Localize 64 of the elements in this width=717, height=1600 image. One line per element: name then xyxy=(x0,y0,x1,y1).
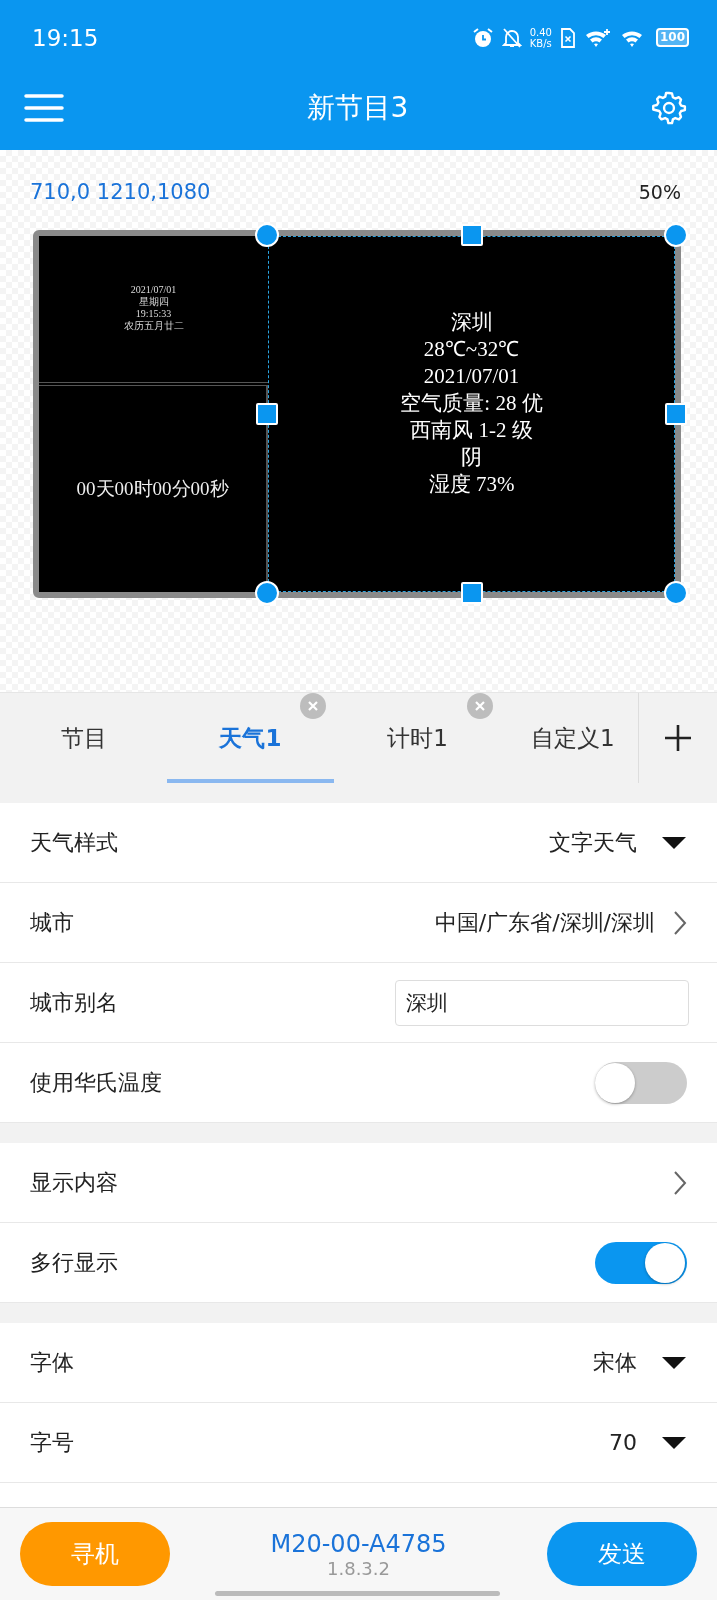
setting-label: 字体 xyxy=(30,1348,74,1377)
setting-label: 使用华氏温度 xyxy=(30,1068,162,1097)
battery-indicator: 100 xyxy=(655,28,689,47)
resize-handle[interactable] xyxy=(664,581,688,605)
status-time: 19:15 xyxy=(32,24,99,51)
weather-text: 阴 xyxy=(461,443,482,471)
resize-handle[interactable] xyxy=(460,224,483,246)
version-text: 1.8.3.2 xyxy=(327,1557,390,1579)
tab[interactable]: 计时1 xyxy=(334,693,501,783)
tab[interactable]: 自定义1 xyxy=(501,693,638,783)
toggle-switch[interactable] xyxy=(595,1061,687,1104)
page-title: 新节目3 xyxy=(306,89,409,126)
caret-icon xyxy=(661,1435,687,1450)
close-icon[interactable] xyxy=(467,693,493,719)
resize-handle[interactable] xyxy=(460,582,483,604)
weather-text: 西南风 1-2 级 xyxy=(410,416,533,444)
device-name: M20-00-A4785 xyxy=(270,1529,447,1558)
setting-link[interactable]: 中国/广东省/深圳/深圳 xyxy=(434,907,687,938)
weather-text: 28℃~32℃ xyxy=(423,335,520,363)
resize-handle[interactable] xyxy=(665,403,687,425)
caret-icon xyxy=(661,835,687,850)
weather-text: 湿度 73% xyxy=(428,470,515,498)
setting-label: 天气样式 xyxy=(30,828,118,857)
network-speed-value: 0.40 xyxy=(529,26,552,38)
weather-text: 空气质量: 28 优 xyxy=(400,389,543,417)
bell-off-icon xyxy=(501,26,522,49)
dropdown[interactable]: 文字天气 xyxy=(549,827,687,858)
zoom-level: 50% xyxy=(638,181,681,203)
sim-card-icon xyxy=(559,26,576,49)
wifi-icon xyxy=(583,26,612,49)
setting-value: 中国/广东省/深圳/深圳 xyxy=(434,908,655,937)
weather-text: 2021/07/01 xyxy=(423,362,520,390)
plus-icon xyxy=(663,723,693,753)
weather-text: 深圳 xyxy=(450,308,493,336)
toggle-switch[interactable] xyxy=(595,1241,687,1284)
resize-handle[interactable] xyxy=(255,581,279,605)
setting-label: 城市 xyxy=(30,908,74,937)
alarm-clock-icon xyxy=(471,26,494,49)
close-icon[interactable] xyxy=(300,693,326,719)
tab[interactable]: 节目 xyxy=(0,693,167,783)
setting-label: 城市别名 xyxy=(30,988,118,1017)
resize-handle[interactable] xyxy=(664,223,688,247)
clock-text: 2021/07/01 xyxy=(130,284,177,296)
dropdown[interactable]: 宋体 xyxy=(593,1347,687,1378)
chevron-right-icon xyxy=(673,909,687,936)
tab[interactable]: 天气1 xyxy=(167,693,334,783)
setting-label: 字号 xyxy=(30,1428,74,1457)
clock-text: 19:15:33 xyxy=(135,308,172,320)
network-speed-unit: KB/s xyxy=(529,37,552,49)
settings-icon[interactable] xyxy=(651,89,687,126)
clock-text: 星期四 xyxy=(138,296,169,308)
clock-text: 农历五月廿二 xyxy=(123,320,184,332)
setting-link[interactable] xyxy=(673,1169,687,1196)
resize-handle[interactable] xyxy=(256,403,278,425)
setting-label: 多行显示 xyxy=(30,1248,118,1277)
caret-icon xyxy=(661,1355,687,1370)
menu-icon[interactable] xyxy=(24,92,64,123)
chevron-right-icon xyxy=(673,1169,687,1196)
region-coordinates: 710,0 1210,1080 xyxy=(30,180,211,204)
setting-label: 显示内容 xyxy=(30,1168,118,1197)
input-field[interactable]: 深圳 xyxy=(395,979,689,1026)
timer-text: 00天00时00分00秒 xyxy=(76,477,229,501)
dropdown[interactable]: 70 xyxy=(609,1430,687,1455)
resize-handle[interactable] xyxy=(255,223,279,247)
